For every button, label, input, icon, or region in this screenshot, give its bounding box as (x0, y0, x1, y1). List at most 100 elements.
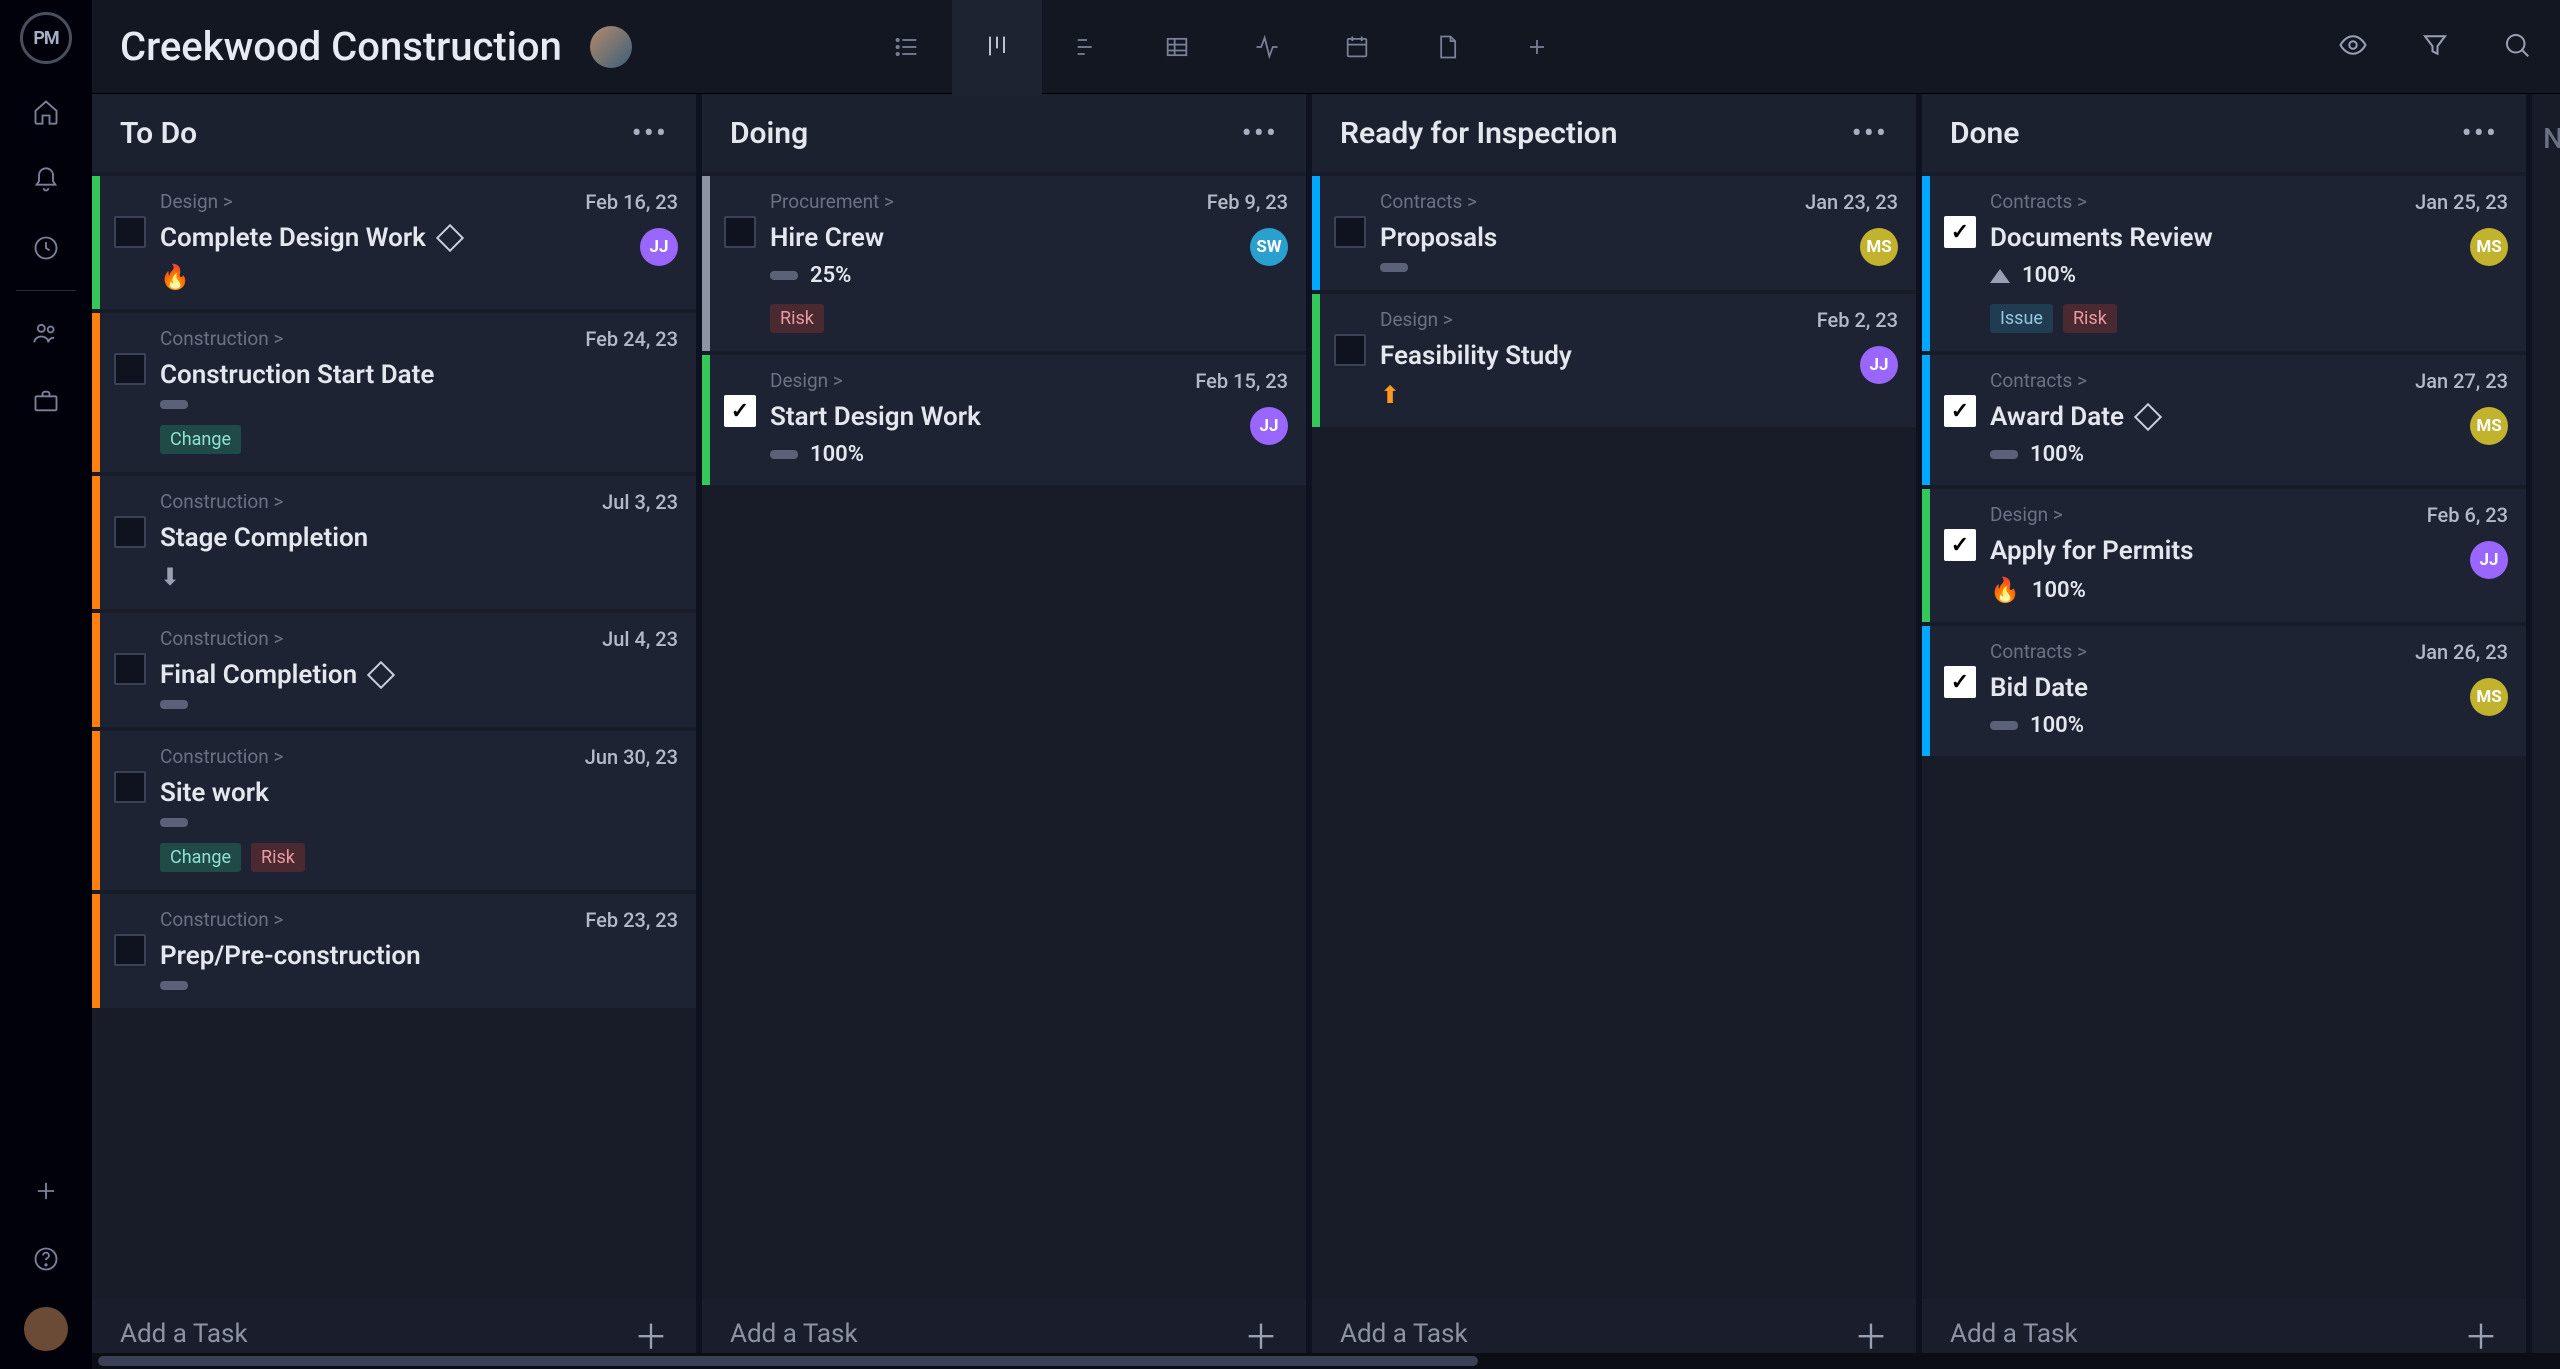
tag-risk[interactable]: Risk (770, 304, 824, 333)
assignee-avatar[interactable]: JJ (2470, 541, 2508, 579)
task-card[interactable]: Construction >Prep/Pre-construction Feb … (92, 894, 696, 1008)
task-checkbox[interactable]: ✓ (1944, 666, 1976, 698)
tag-issue[interactable]: Issue (1990, 304, 2053, 333)
view-activity-icon[interactable] (1222, 0, 1312, 94)
assignee-avatar[interactable]: MS (2470, 678, 2508, 716)
card-category[interactable]: Procurement > (770, 190, 1168, 213)
card-category[interactable]: Contracts > (1990, 640, 2388, 663)
card-meta: Feb 9, 23SW (1178, 176, 1306, 351)
card-category[interactable]: Contracts > (1380, 190, 1778, 213)
task-card[interactable]: Design >Feasibility Study ⬆Feb 2, 23JJ (1312, 294, 1916, 427)
task-card[interactable]: Construction >Construction Start Date Ch… (92, 313, 696, 472)
tag-risk[interactable]: Risk (2063, 304, 2117, 333)
card-content: Construction > Prep/Pre-construction (160, 894, 568, 1008)
card-category[interactable]: Construction > (160, 490, 558, 513)
task-checkbox[interactable] (114, 353, 146, 385)
view-file-icon[interactable] (1402, 0, 1492, 94)
view-list-icon[interactable] (862, 0, 952, 94)
people-icon[interactable] (26, 313, 66, 353)
app-logo[interactable]: PM (20, 12, 72, 64)
column-menu-icon[interactable]: ••• (2462, 116, 2498, 151)
task-checkbox[interactable] (724, 216, 756, 248)
view-calendar-icon[interactable] (1312, 0, 1402, 94)
view-add-icon[interactable] (1492, 0, 1582, 94)
card-category[interactable]: Design > (1380, 308, 1778, 331)
assignee-avatar[interactable]: MS (2470, 407, 2508, 445)
task-card[interactable]: Contracts >Proposals Jan 23, 23MS (1312, 176, 1916, 290)
bell-icon[interactable] (26, 160, 66, 200)
card-category[interactable]: Contracts > (1990, 369, 2388, 392)
card-category[interactable]: Construction > (160, 745, 558, 768)
column-menu-icon[interactable]: ••• (1852, 116, 1888, 151)
task-card[interactable]: ✓Contracts >Documents Review 100%IssueRi… (1922, 176, 2526, 351)
card-category[interactable]: Design > (1990, 503, 2388, 526)
card-category[interactable]: Contracts > (1990, 190, 2388, 213)
assignee-avatar[interactable]: JJ (1250, 407, 1288, 445)
project-title[interactable]: Creekwood Construction (120, 23, 562, 70)
card-category[interactable]: Construction > (160, 908, 558, 931)
tag-change[interactable]: Change (160, 843, 241, 872)
card-title: Apply for Permits (1990, 536, 2194, 566)
column-name[interactable]: Done (1950, 116, 2019, 151)
assignee-avatar[interactable]: SW (1250, 228, 1288, 266)
task-checkbox[interactable] (114, 216, 146, 248)
card-category[interactable]: Construction > (160, 627, 558, 650)
briefcase-icon[interactable] (26, 381, 66, 421)
task-checkbox[interactable] (114, 653, 146, 685)
card-category[interactable]: Design > (770, 369, 1168, 392)
view-gantt-icon[interactable] (1042, 0, 1132, 94)
view-board-icon[interactable] (952, 0, 1042, 94)
project-avatar[interactable] (590, 26, 632, 68)
filter-icon[interactable] (2420, 30, 2450, 64)
tag-change[interactable]: Change (160, 425, 241, 454)
column-name[interactable]: To Do (120, 116, 197, 151)
card-category[interactable]: Design > (160, 190, 558, 213)
task-checkbox[interactable]: ✓ (1944, 529, 1976, 561)
card-meta: Jul 3, 23 (568, 476, 696, 609)
assignee-avatar[interactable]: JJ (640, 228, 678, 266)
search-icon[interactable] (2502, 30, 2532, 64)
home-icon[interactable] (26, 92, 66, 132)
column: Done•••✓Contracts >Documents Review 100%… (1922, 94, 2526, 1369)
task-card[interactable]: ✓Contracts >Bid Date 100%Jan 26, 23MS (1922, 626, 2526, 756)
task-card[interactable]: ✓Design >Apply for Permits 🔥100%Feb 6, 2… (1922, 489, 2526, 622)
tag-risk[interactable]: Risk (251, 843, 305, 872)
task-checkbox[interactable] (1334, 216, 1366, 248)
task-checkbox[interactable]: ✓ (1944, 395, 1976, 427)
card-content: Contracts >Award Date 100% (1990, 355, 2398, 485)
task-checkbox[interactable] (114, 516, 146, 548)
user-avatar[interactable] (24, 1307, 68, 1351)
task-card[interactable]: Construction >Final Completion Jul 4, 23 (92, 613, 696, 727)
assignee-avatar[interactable]: JJ (1860, 346, 1898, 384)
task-checkbox[interactable]: ✓ (1944, 216, 1976, 248)
horizontal-scrollbar[interactable] (92, 1353, 2560, 1369)
eye-icon[interactable] (2338, 30, 2368, 64)
column-name[interactable]: Doing (730, 116, 808, 151)
column-menu-icon[interactable]: ••• (1242, 116, 1278, 151)
card-title: Prep/Pre-construction (160, 941, 421, 971)
task-card[interactable]: Construction >Site work ChangeRiskJun 30… (92, 731, 696, 890)
clock-icon[interactable] (26, 228, 66, 268)
scrollbar-thumb[interactable] (98, 1356, 1478, 1366)
task-card[interactable]: Design >Complete Design Work 🔥Feb 16, 23… (92, 176, 696, 309)
task-checkbox[interactable] (114, 934, 146, 966)
task-card[interactable]: Construction >Stage Completion ⬇Jul 3, 2… (92, 476, 696, 609)
task-card[interactable]: ✓Contracts >Award Date 100%Jan 27, 23MS (1922, 355, 2526, 485)
column-name[interactable]: Ready for Inspection (1340, 116, 1618, 151)
assignee-avatar[interactable]: MS (2470, 228, 2508, 266)
view-table-icon[interactable] (1132, 0, 1222, 94)
card-category[interactable]: Construction > (160, 327, 558, 350)
help-icon[interactable] (26, 1239, 66, 1279)
task-card[interactable]: ✓Design >Start Design Work 100%Feb 15, 2… (702, 355, 1306, 485)
task-checkbox[interactable] (1334, 334, 1366, 366)
assignee-avatar[interactable]: MS (1860, 228, 1898, 266)
add-icon[interactable] (26, 1171, 66, 1211)
card-stripe (92, 476, 100, 609)
next-column-peek[interactable]: N (2532, 94, 2560, 1369)
card-title: Feasibility Study (1380, 341, 1572, 371)
card-content: Design >Apply for Permits 🔥100% (1990, 489, 2398, 622)
task-card[interactable]: Procurement >Hire Crew 25%RiskFeb 9, 23S… (702, 176, 1306, 351)
task-checkbox[interactable] (114, 771, 146, 803)
task-checkbox[interactable]: ✓ (724, 395, 756, 427)
column-menu-icon[interactable]: ••• (632, 116, 668, 151)
